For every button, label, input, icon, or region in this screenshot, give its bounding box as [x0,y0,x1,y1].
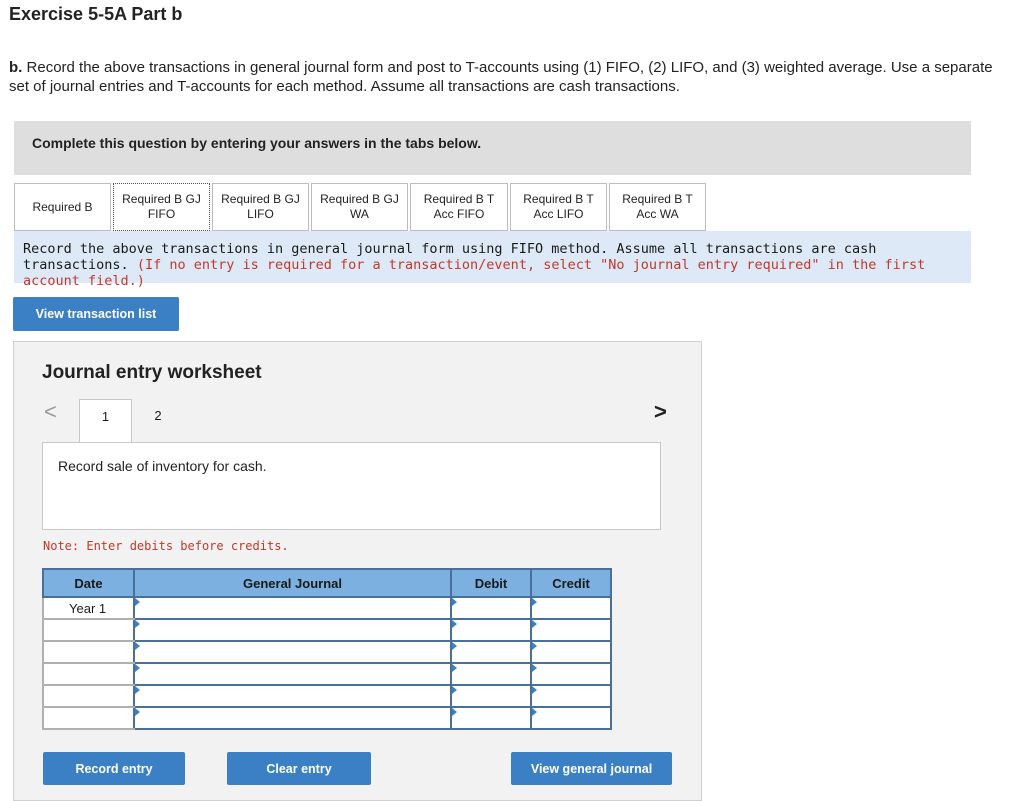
dropdown-indicator-icon [532,642,537,650]
table-row [42,706,612,730]
dropdown-indicator-icon [452,598,457,606]
credit-input[interactable] [530,618,612,642]
tab-sublabel: Acc FIFO [433,207,485,221]
account-select[interactable] [133,684,452,708]
credit-column-header: Credit [530,568,612,598]
tab-required-b-t-acc-fifo[interactable]: Required B T Acc FIFO [410,183,508,231]
dropdown-indicator-icon [135,598,140,606]
exercise-prompt: b. Record the above transactions in gene… [9,58,999,96]
instructions-banner: Complete this question by entering your … [14,121,971,175]
tab-label: Required B T [523,192,594,206]
general-journal-column-header: General Journal [133,568,452,598]
tab-required-b-gj-wa[interactable]: Required B GJ WA [311,183,408,231]
tab-sublabel: Acc WA [636,207,679,221]
account-select[interactable] [133,618,452,642]
dropdown-indicator-icon [532,620,537,628]
dropdown-indicator-icon [452,620,457,628]
table-header-row: Date General Journal Debit Credit [42,568,612,598]
debit-input[interactable] [450,684,532,708]
date-cell: Year 1 [42,596,135,620]
view-general-journal-button[interactable]: View general journal [511,752,672,785]
tab-required-b-t-acc-wa[interactable]: Required B T Acc WA [609,183,706,231]
debit-input[interactable] [450,596,532,620]
dropdown-indicator-icon [532,708,537,716]
prompt-text: Record the above transactions in general… [9,59,993,95]
tab-required-b-gj-fifo[interactable]: Required B GJ FIFO [113,183,210,231]
debit-input[interactable] [450,662,532,686]
debit-column-header: Debit [450,568,532,598]
date-cell [42,640,135,664]
tab-required-b[interactable]: Required B [14,183,111,231]
debit-input[interactable] [450,640,532,664]
worksheet-title: Journal entry worksheet [42,362,262,383]
dropdown-indicator-icon [532,598,537,606]
tab-sublabel: LIFO [247,207,274,221]
credit-input[interactable] [530,662,612,686]
view-transaction-list-button[interactable]: View transaction list [13,297,179,331]
worksheet-page-2[interactable]: 2 [140,399,176,433]
table-row [42,618,612,642]
chevron-right-icon[interactable]: > [654,399,667,425]
dropdown-indicator-icon [135,642,140,650]
transaction-description: Record sale of inventory for cash. [42,442,661,530]
credit-input[interactable] [530,640,612,664]
account-select[interactable] [133,706,452,730]
exercise-title: Exercise 5-5A Part b [9,4,183,24]
date-cell [42,662,135,686]
table-row [42,662,612,686]
debit-input[interactable] [450,706,532,730]
dropdown-indicator-icon [532,686,537,694]
credit-input[interactable] [530,706,612,730]
journal-entry-table: Date General Journal Debit Credit Year 1 [42,568,612,730]
tab-label: Required B GJ [320,192,399,206]
account-select[interactable] [133,640,452,664]
date-cell [42,684,135,708]
tab-required-b-t-acc-lifo[interactable]: Required B T Acc LIFO [510,183,607,231]
debit-credit-note: Note: Enter debits before credits. [43,539,289,553]
dropdown-indicator-icon [532,664,537,672]
credit-input[interactable] [530,684,612,708]
dropdown-indicator-icon [452,708,457,716]
table-row: Year 1 [42,596,612,620]
dropdown-indicator-icon [135,620,140,628]
dropdown-indicator-icon [135,686,140,694]
record-entry-button[interactable]: Record entry [43,752,185,785]
dropdown-indicator-icon [452,686,457,694]
account-select[interactable] [133,662,452,686]
tab-sublabel: WA [350,207,369,221]
dropdown-indicator-icon [135,664,140,672]
worksheet-page-1[interactable]: 1 [79,399,132,443]
dropdown-indicator-icon [452,664,457,672]
tab-label: Required B T [622,192,693,206]
table-row [42,640,612,664]
tab-required-b-gj-lifo[interactable]: Required B GJ LIFO [212,183,309,231]
tab-sublabel: Acc LIFO [533,207,584,221]
tab-sublabel: FIFO [147,207,176,221]
date-column-header: Date [42,568,135,598]
debit-input[interactable] [450,618,532,642]
prompt-label: b. [9,59,23,76]
tab-instruction: Record the above transactions in general… [14,231,971,289]
tab-label: Required B GJ [221,192,300,206]
instruction-red-note: (If no entry is required for a transacti… [23,257,926,289]
dropdown-indicator-icon [135,708,140,716]
banner-text: Complete this question by entering your … [32,135,482,151]
credit-input[interactable] [530,596,612,620]
chevron-left-icon[interactable]: < [44,399,57,425]
tab-label: Required B GJ [122,192,201,206]
dropdown-indicator-icon [452,642,457,650]
tab-label: Required B T [423,192,495,206]
clear-entry-button[interactable]: Clear entry [227,752,371,785]
date-cell [42,618,135,642]
description-text: Record sale of inventory for cash. [58,458,267,474]
date-cell [42,706,135,730]
account-select[interactable] [133,596,452,620]
tab-label: Required B [32,199,93,214]
table-row [42,684,612,708]
